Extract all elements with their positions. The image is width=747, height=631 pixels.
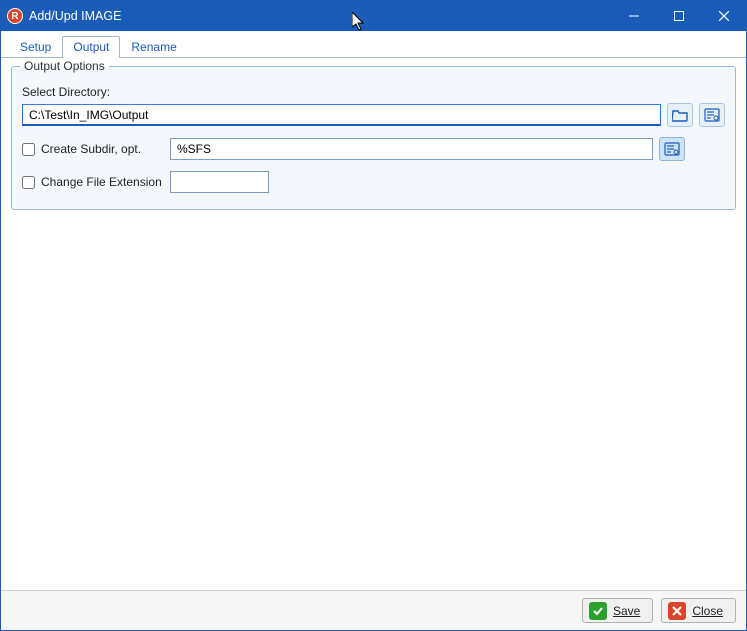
group-legend: Output Options (20, 59, 109, 73)
window-minimize-button[interactable] (611, 1, 656, 31)
window-maximize-button[interactable] (656, 1, 701, 31)
select-directory-label: Select Directory: (22, 85, 725, 99)
list-gear-icon (704, 108, 720, 122)
change-ext-input[interactable] (170, 171, 269, 193)
list-gear-icon (664, 142, 680, 156)
create-subdir-checkbox[interactable] (22, 143, 35, 156)
change-ext-text: Change File Extension (41, 175, 162, 189)
dialog-footer: Save Close (1, 590, 746, 630)
output-options-group: Output Options Select Directory: (11, 66, 736, 210)
change-ext-checkbox-label[interactable]: Change File Extension (22, 175, 164, 189)
window-close-button[interactable] (701, 1, 746, 31)
tab-content: Output Options Select Directory: (1, 58, 746, 590)
create-subdir-text: Create Subdir, opt. (41, 142, 141, 156)
change-ext-row: Change File Extension (22, 171, 725, 193)
change-ext-checkbox[interactable] (22, 176, 35, 189)
create-subdir-input[interactable] (170, 138, 653, 160)
close-button-label: Close (692, 604, 723, 618)
folder-icon (672, 108, 688, 122)
window-titlebar: R Add/Upd IMAGE (1, 1, 746, 31)
browse-folder-button[interactable] (667, 103, 693, 127)
save-button[interactable]: Save (582, 598, 653, 623)
minimize-icon (629, 11, 639, 21)
close-icon (719, 11, 729, 21)
save-button-label: Save (613, 604, 640, 618)
close-button[interactable]: Close (661, 598, 736, 623)
subdir-variables-button[interactable] (659, 137, 685, 161)
select-directory-input[interactable] (22, 104, 661, 126)
tab-output[interactable]: Output (62, 36, 120, 58)
directory-variables-button[interactable] (699, 103, 725, 127)
tab-bar: Setup Output Rename (1, 31, 746, 58)
window-title: Add/Upd IMAGE (29, 9, 121, 23)
create-subdir-row: Create Subdir, opt. (22, 137, 725, 161)
x-icon (668, 602, 686, 620)
maximize-icon (674, 11, 684, 21)
check-icon (589, 602, 607, 620)
tab-setup[interactable]: Setup (9, 36, 62, 58)
app-icon: R (7, 8, 23, 24)
tab-rename[interactable]: Rename (120, 36, 187, 58)
select-directory-row (22, 103, 725, 127)
create-subdir-checkbox-label[interactable]: Create Subdir, opt. (22, 142, 164, 156)
